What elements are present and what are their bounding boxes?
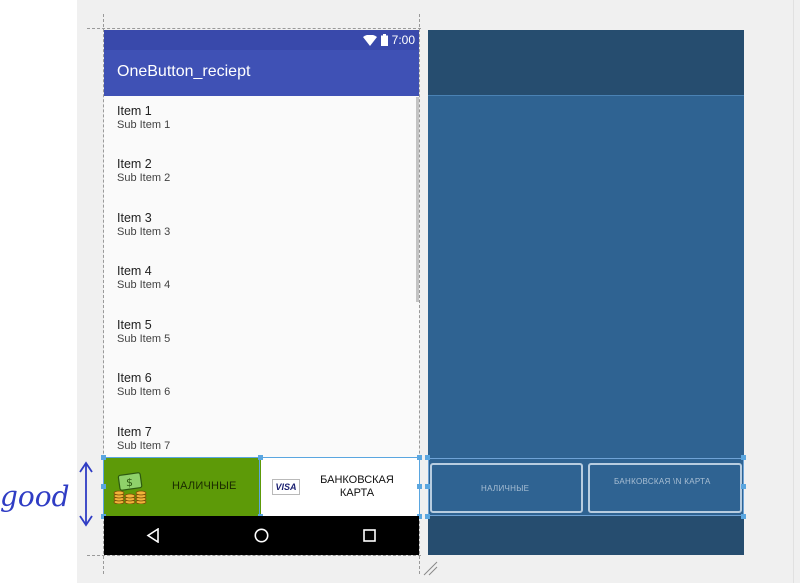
status-bar: 7:00 [104, 30, 419, 50]
item-title: Item 3 [117, 211, 152, 225]
item-title: Item 5 [117, 318, 152, 332]
blueprint-app-bar [428, 30, 744, 96]
blueprint-handle[interactable] [425, 484, 430, 489]
list-item[interactable]: Item 5 Sub Item 5 [104, 310, 419, 363]
list-scrollbar[interactable] [416, 97, 419, 302]
list-item[interactable]: Item 7 Sub Item 7 [104, 417, 419, 458]
item-subtitle: Sub Item 3 [117, 226, 171, 238]
back-icon[interactable] [146, 528, 160, 543]
list-item[interactable]: Item 4 Sub Item 4 [104, 256, 419, 309]
resize-handle[interactable] [417, 455, 422, 460]
item-subtitle: Sub Item 1 [117, 119, 171, 131]
resize-handle[interactable] [417, 484, 422, 489]
blueprint-surface[interactable]: НАЛИЧНЫЕ БАНКОВСКАЯ \N КАРТА [428, 30, 744, 555]
blueprint-nav-bar [428, 516, 744, 555]
handwritten-annotation: good [0, 461, 93, 527]
blueprint-handle[interactable] [741, 455, 746, 460]
blueprint-handle[interactable] [425, 455, 430, 460]
blueprint-buttons-row[interactable]: НАЛИЧНЫЕ БАНКОВСКАЯ \N КАРТА [428, 458, 744, 516]
recents-icon[interactable] [363, 529, 376, 542]
navigation-bar [104, 516, 419, 555]
item-title: Item 4 [117, 264, 152, 278]
home-icon[interactable] [254, 528, 269, 543]
list-item[interactable]: Item 6 Sub Item 6 [104, 363, 419, 416]
guide-top [87, 28, 421, 29]
blueprint-cash-button[interactable]: НАЛИЧНЫЕ [430, 463, 583, 513]
item-subtitle: Sub Item 7 [117, 440, 171, 452]
wifi-icon [362, 34, 377, 46]
item-subtitle: Sub Item 2 [117, 172, 171, 184]
selection-divider [259, 457, 260, 517]
item-title: Item 6 [117, 371, 152, 385]
blueprint-cash-label: НАЛИЧНЫЕ [481, 484, 530, 493]
selection-outline [103, 457, 420, 517]
blueprint-handle[interactable] [741, 514, 746, 519]
item-subtitle: Sub Item 4 [117, 279, 171, 291]
resize-handle[interactable] [258, 455, 263, 460]
panel-divider [793, 0, 794, 583]
list-item[interactable]: Item 2 Sub Item 2 [104, 149, 419, 202]
item-title: Item 7 [117, 425, 152, 439]
item-title: Item 1 [117, 104, 152, 118]
item-list[interactable]: Item 1 Sub Item 1 Item 2 Sub Item 2 Item… [104, 96, 419, 458]
app-bar: OneButton_reciept [104, 50, 419, 96]
annotation-text: good [0, 480, 70, 513]
status-time: 7:00 [391, 33, 415, 47]
item-subtitle: Sub Item 5 [117, 333, 171, 345]
blueprint-card-label: БАНКОВСКАЯ \N КАРТА [614, 477, 711, 486]
list-item[interactable]: Item 1 Sub Item 1 [104, 96, 419, 149]
status-icons: 7:00 [362, 32, 415, 48]
item-title: Item 2 [117, 157, 152, 171]
blueprint-handle[interactable] [741, 484, 746, 489]
resize-grip-icon[interactable] [422, 560, 438, 576]
blueprint-card-button[interactable]: БАНКОВСКАЯ \N КАРТА [588, 463, 742, 513]
guide-bottom [87, 555, 421, 556]
blueprint-handle[interactable] [425, 514, 430, 519]
battery-icon [380, 34, 388, 46]
list-item[interactable]: Item 3 Sub Item 3 [104, 203, 419, 256]
app-title: OneButton_reciept [117, 63, 251, 80]
item-subtitle: Sub Item 6 [117, 386, 171, 398]
